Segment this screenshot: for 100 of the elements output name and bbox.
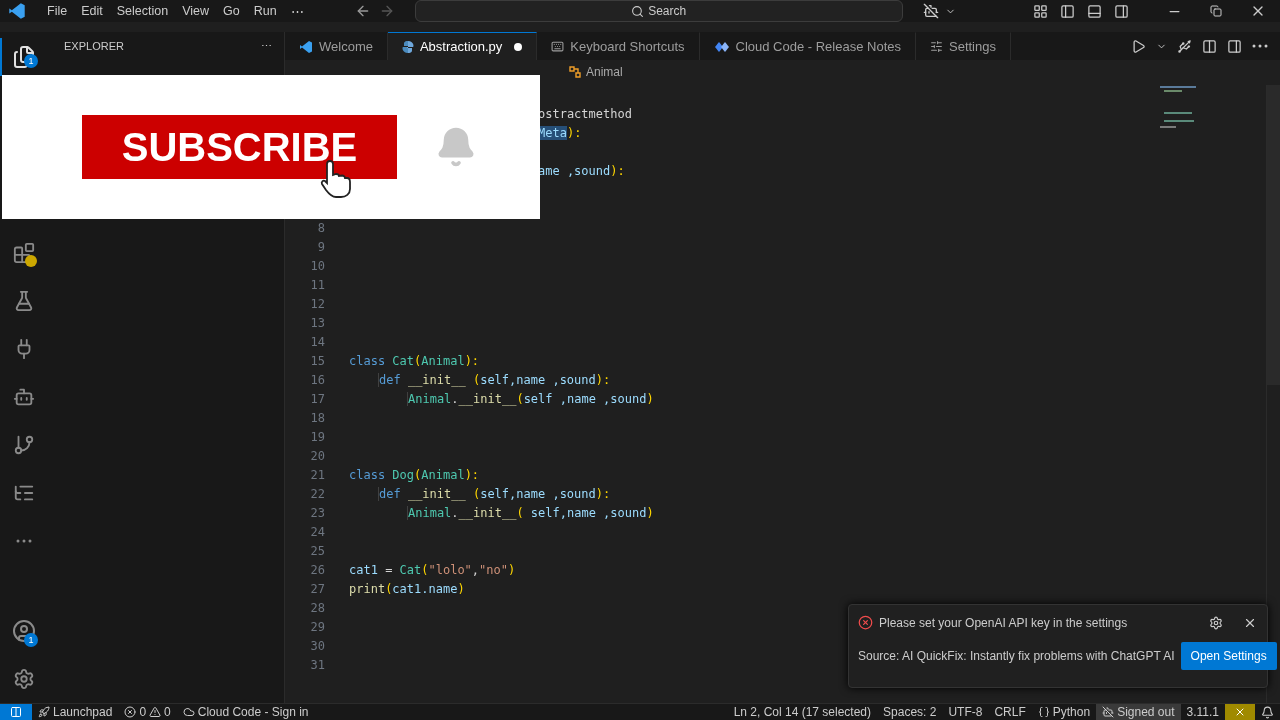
settings-icon[interactable]	[1209, 615, 1223, 630]
remote-icon	[10, 706, 22, 718]
account-item[interactable]: Signed out	[1096, 704, 1181, 720]
more-button[interactable]: ⋯	[261, 39, 272, 53]
line-number: 25	[309, 543, 325, 558]
extensions-icon	[13, 242, 35, 264]
status-item[interactable]: Ln 2, Col 14 (17 selected)	[727, 704, 878, 720]
editor-tab[interactable]: Abstraction.py	[387, 32, 538, 60]
error-icon	[858, 615, 873, 630]
code-line: cat1 = Cat("lolo","no")	[349, 562, 516, 577]
code-line: Animal.__init__( self,name ,sound)	[407, 505, 654, 520]
code-line: Animal.__init__(self ,name ,sound)	[407, 391, 654, 406]
menu-item[interactable]: View	[175, 4, 216, 18]
line-number: 26	[309, 562, 325, 577]
more-icon[interactable]	[16, 539, 32, 543]
activity-item[interactable]: 1	[0, 607, 46, 655]
bell-icon[interactable]	[1261, 705, 1274, 719]
line-number: 18	[309, 410, 325, 425]
code-line: class Dog(Animal):	[349, 467, 480, 482]
python-file-icon	[401, 40, 414, 53]
warning-icon	[149, 706, 162, 718]
problems-item[interactable]: 0 0	[118, 704, 177, 720]
branch-icon	[13, 434, 35, 456]
braces-icon	[1037, 706, 1050, 718]
breadcrumb-item[interactable]: Animal	[586, 65, 623, 79]
line-number: 28	[309, 600, 325, 615]
settings-icon	[13, 668, 35, 690]
notification-message: Please set your OpenAI API key in the settings	[879, 615, 1128, 630]
flask-icon	[13, 290, 35, 312]
cloud-item[interactable]: Cloud Code - Sign in	[176, 704, 315, 720]
line-number: 11	[309, 277, 325, 292]
hand-cursor-icon	[320, 159, 352, 199]
menu-item[interactable]: Run	[246, 4, 284, 18]
logo-icon	[8, 2, 26, 20]
status-item[interactable]: 3.11.1	[1180, 704, 1225, 720]
sidebar-title: EXPLORER	[64, 40, 124, 52]
diamond-icon	[713, 40, 730, 53]
keyboard-icon	[551, 40, 565, 53]
sliders-icon	[930, 40, 943, 53]
run-icon[interactable]	[1131, 38, 1146, 54]
robot-icon	[1102, 706, 1115, 718]
error-icon	[124, 706, 137, 718]
warning-badge	[25, 255, 37, 267]
status-item[interactable]: CRLF	[988, 704, 1032, 720]
open-settings-button[interactable]: Open Settings	[1180, 642, 1277, 670]
line-number: 20	[309, 448, 325, 463]
line-number: 10	[309, 258, 325, 273]
logo-icon	[299, 39, 313, 54]
more-icon[interactable]	[1252, 44, 1268, 48]
code-line: def __init__ (self,name ,sound):	[378, 372, 611, 387]
restore-icon[interactable]	[1210, 5, 1222, 17]
split-editor-icon[interactable]	[1227, 38, 1242, 54]
warning-count: 0	[164, 705, 171, 719]
menu-item[interactable]: Go	[216, 4, 247, 18]
line-number: 12	[309, 296, 325, 311]
menu-item[interactable]: ⋯	[283, 3, 311, 19]
status-button[interactable]	[1225, 704, 1255, 720]
panel-toggle-icon[interactable]	[1087, 3, 1102, 19]
line-number: 27	[309, 581, 325, 596]
layout-icon[interactable]	[1033, 3, 1048, 19]
line-number: 24	[309, 524, 325, 539]
count-badge: 1	[24, 633, 38, 647]
line-number: 22	[309, 486, 325, 501]
class-icon	[568, 65, 582, 79]
menu-item[interactable]: Selection	[109, 4, 176, 18]
code-line: print(cat1.name)	[349, 581, 465, 596]
cross-icon	[1234, 706, 1246, 718]
code-line: def __init__ (self,name ,sound):	[378, 486, 611, 501]
usb-icon[interactable]	[1177, 38, 1192, 54]
search-field[interactable]: Search	[414, 0, 903, 22]
cloud-icon	[182, 706, 195, 718]
status-item[interactable]: UTF-8	[942, 704, 989, 720]
secondary-sidebar-icon[interactable]	[1114, 3, 1129, 19]
robot-icon	[13, 386, 35, 408]
line-number: 17	[309, 391, 325, 406]
line-number: 8	[316, 220, 325, 235]
remote-button[interactable]	[0, 704, 32, 720]
line-number: 9	[316, 239, 325, 254]
line-number: 31	[309, 657, 325, 672]
line-number: 13	[309, 315, 325, 330]
line-number: 14	[309, 334, 325, 349]
line-number: 30	[309, 638, 325, 653]
line-number: 15	[309, 353, 325, 368]
code-line: class Cat(Animal):	[349, 353, 480, 368]
sidebar-toggle-icon[interactable]	[1060, 3, 1075, 19]
menu-item[interactable]: Edit	[74, 4, 110, 18]
menu-item[interactable]: File	[40, 4, 75, 18]
files-icon	[12, 45, 36, 69]
line-number: 21	[309, 467, 325, 482]
search-placeholder: Search	[648, 4, 687, 18]
language-item[interactable]: Python	[1031, 704, 1097, 720]
count-badge: 1	[24, 54, 38, 68]
line-number: 19	[309, 429, 325, 444]
robot-icon[interactable]	[922, 3, 939, 19]
rocket-icon	[38, 706, 50, 718]
status-item[interactable]: Spaces: 2	[877, 704, 943, 720]
line-number: 16	[309, 372, 325, 387]
notification-source: Source: AI QuickFix: Instantly fix problems with ChatGPT AI	[858, 649, 1175, 663]
launchpad-item[interactable]: Launchpad	[32, 704, 119, 720]
search-icon	[631, 4, 645, 18]
